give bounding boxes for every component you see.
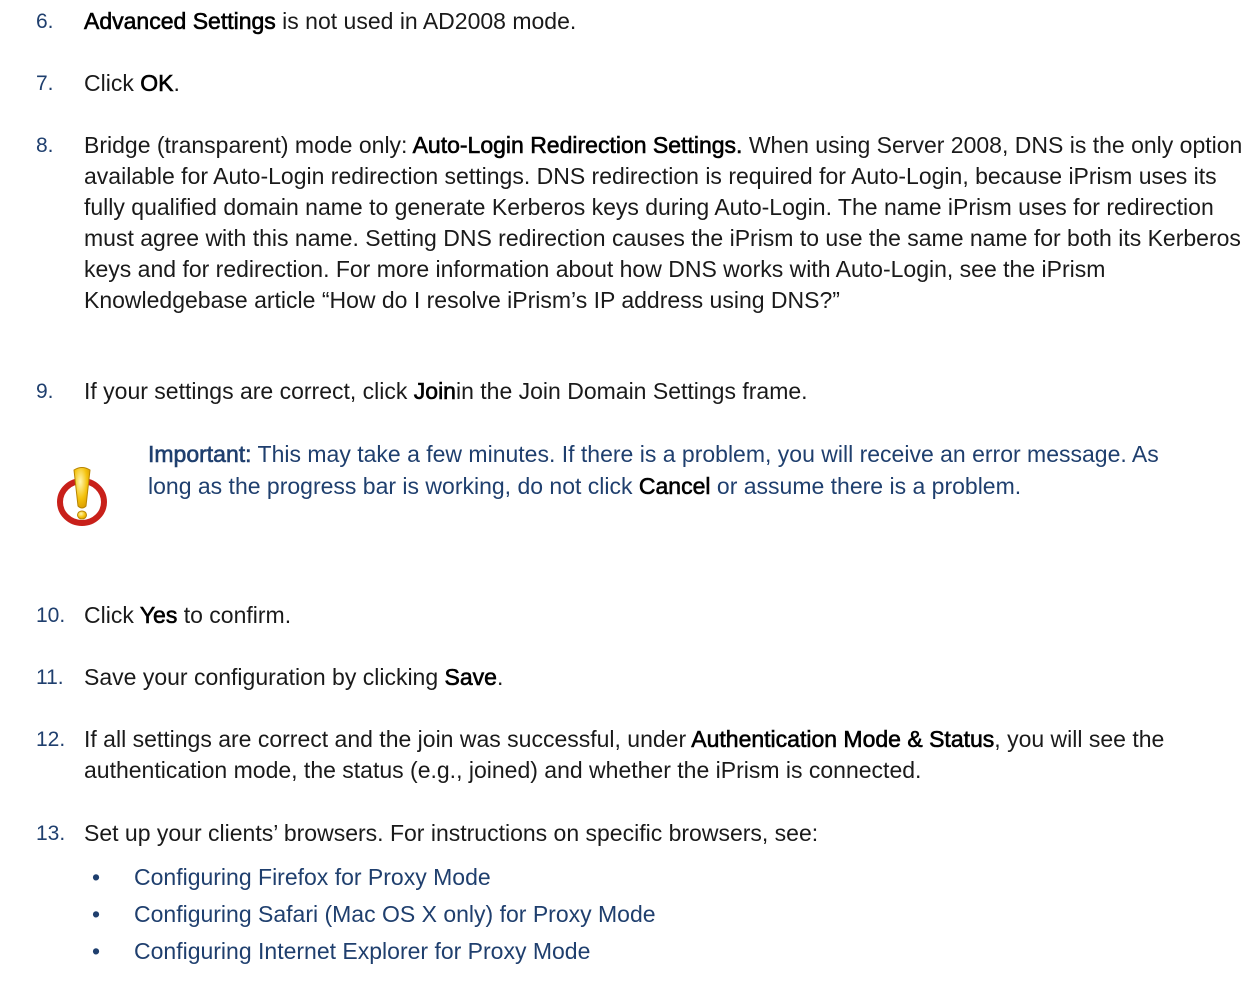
- list-item: • Configuring Firefox for Proxy Mode: [86, 862, 1186, 899]
- important-note-text: Important: This may take a few minutes. …: [148, 438, 1188, 502]
- link-configuring-safari[interactable]: Configuring Safari (Mac OS X only) for P…: [134, 901, 656, 927]
- step-text: If your settings are correct, click Join…: [84, 376, 1236, 407]
- step-text-segment: .: [496, 664, 504, 690]
- step-text-segment: If all settings are correct and the join…: [84, 726, 692, 752]
- ui-term-save: Save: [444, 664, 497, 691]
- bullet: •: [92, 938, 101, 964]
- list-item: • Configuring Safari (Mac OS X only) for…: [86, 899, 1186, 936]
- step-8: 8. Bridge (transparent) mode only: Auto-…: [36, 130, 1242, 316]
- step-number: 9.: [36, 380, 54, 403]
- ui-term-authentication-mode-status: Authentication Mode & Status: [691, 726, 995, 753]
- step-text: Set up your clients’ browsers. For instr…: [84, 818, 1236, 849]
- link-configuring-firefox[interactable]: Configuring Firefox for Proxy Mode: [134, 864, 491, 890]
- step-13: 13. Set up your clients’ browsers. For i…: [36, 818, 1236, 849]
- step-number: 8.: [36, 134, 54, 157]
- step-12: 12. If all settings are correct and the …: [36, 724, 1236, 786]
- step-text: Save your configuration by clicking Save…: [84, 662, 1236, 693]
- step-number: 12.: [36, 728, 66, 751]
- ui-term-yes: Yes: [139, 602, 178, 629]
- bullet: •: [92, 864, 101, 890]
- step-number: 7.: [36, 72, 54, 95]
- step-10: 10. Click Yes to confirm.: [36, 600, 1236, 631]
- ui-term-cancel: Cancel: [638, 473, 711, 500]
- link-configuring-internet-explorer[interactable]: Configuring Internet Explorer for Proxy …: [134, 938, 590, 964]
- document-page: 6. Advanced Settings is not used in AD20…: [0, 0, 1243, 984]
- step-text-segment: If your settings are correct, click: [84, 378, 414, 404]
- step-text-segment: Set up your clients’ browsers. For instr…: [84, 820, 819, 846]
- step-text-segment: When using Server 2008, DNS is the only …: [84, 132, 1243, 313]
- step-text: Advanced Settings is not used in AD2008 …: [84, 6, 1236, 37]
- ui-term-auto-login-redirection-settings: Auto-Login Redirection Settings.: [412, 132, 743, 159]
- ui-term-join: Join: [413, 378, 456, 405]
- important-text: or assume there is a problem.: [710, 473, 1022, 499]
- important-label: Important:: [148, 441, 252, 468]
- important-note: Important: This may take a few minutes. …: [48, 438, 1198, 578]
- step-text: Click Yes to confirm.: [84, 600, 1236, 631]
- step-text-segment: .: [173, 70, 180, 96]
- step-text-segment: to confirm.: [177, 602, 292, 628]
- step-number: 13.: [36, 822, 66, 845]
- ui-term-ok: OK: [140, 70, 174, 97]
- step-number: 11.: [36, 666, 64, 689]
- step-6: 6. Advanced Settings is not used in AD20…: [36, 6, 1236, 37]
- browser-link-list: • Configuring Firefox for Proxy Mode • C…: [86, 862, 1186, 973]
- step-text: Click OK.: [84, 68, 1236, 99]
- step-text: If all settings are correct and the join…: [84, 724, 1243, 786]
- step-text: Bridge (transparent) mode only: Auto-Log…: [84, 130, 1243, 316]
- list-item: • Configuring Internet Explorer for Prox…: [86, 936, 1186, 973]
- step-9: 9. If your settings are correct, click J…: [36, 376, 1236, 407]
- step-text-segment: Bridge (transparent) mode only:: [84, 132, 413, 158]
- step-number: 6.: [36, 10, 54, 33]
- step-11: 11. Save your configuration by clicking …: [36, 662, 1236, 693]
- step-text-segment: Save your configuration by clicking: [84, 664, 445, 690]
- step-number: 10.: [36, 604, 66, 627]
- warning-icon: [56, 466, 108, 526]
- bullet: •: [92, 901, 101, 927]
- ui-term-advanced-settings: Advanced Settings: [84, 8, 276, 35]
- step-text-segment: Click: [84, 70, 141, 96]
- step-7: 7. Click OK.: [36, 68, 1236, 99]
- step-text-segment: in the Join Domain Settings frame.: [455, 378, 808, 404]
- step-text-segment: Click: [84, 602, 140, 628]
- step-text-segment: is not used in AD2008 mode.: [275, 8, 577, 34]
